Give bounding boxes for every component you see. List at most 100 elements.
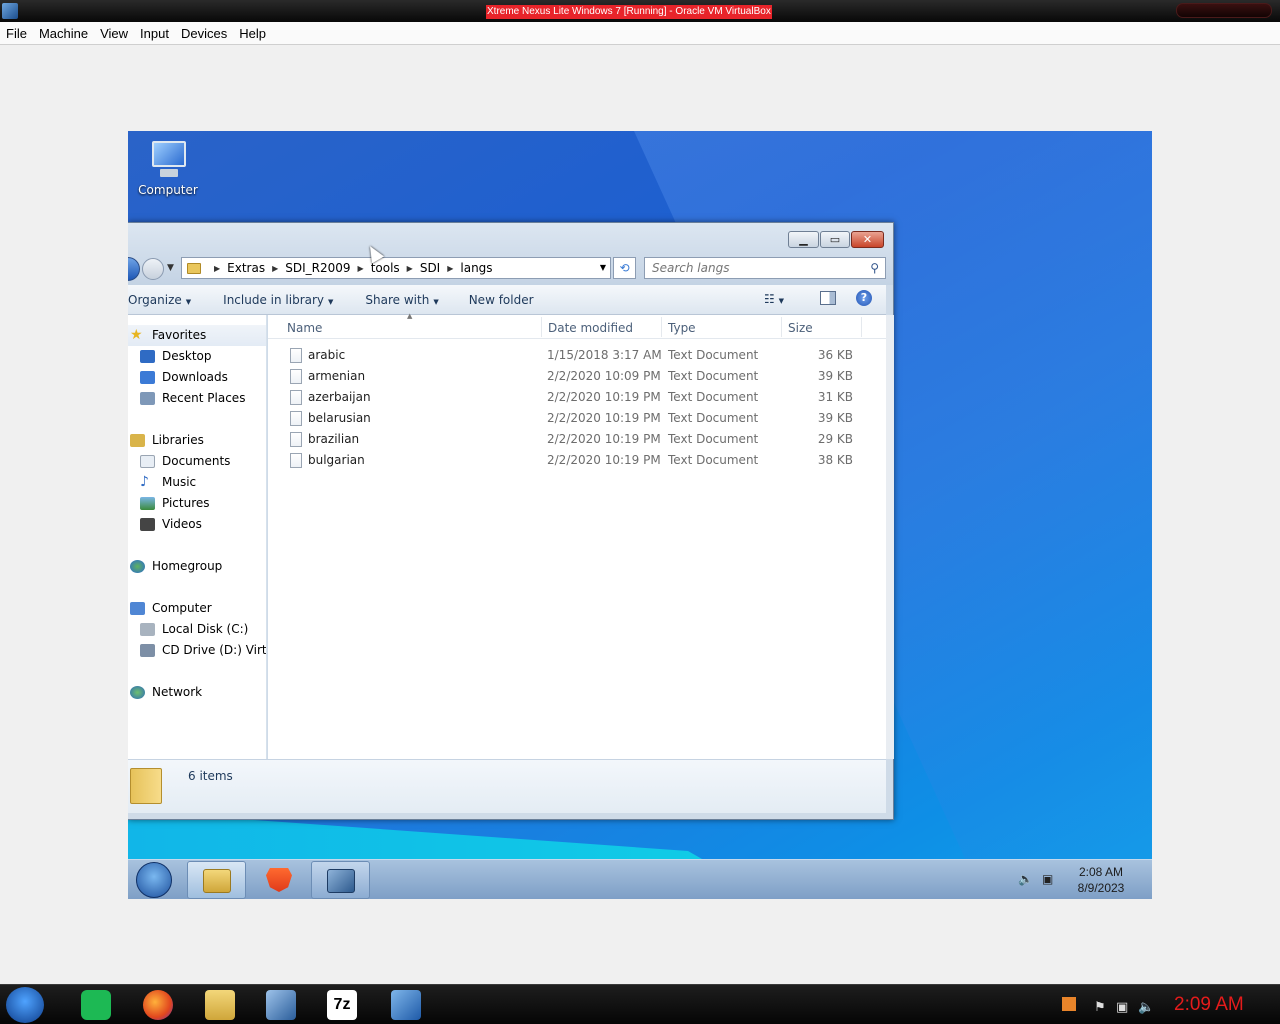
- file-size: 36 KB: [817, 348, 853, 362]
- network-tray-icon[interactable]: ▣: [1116, 1000, 1128, 1015]
- nav-libraries[interactable]: Libraries: [130, 433, 204, 447]
- nav-network[interactable]: Network: [130, 685, 202, 699]
- flag-icon[interactable]: ⚑: [1094, 1000, 1106, 1015]
- file-name: azerbaijan: [308, 390, 371, 404]
- host-start-button[interactable]: [6, 987, 44, 1023]
- nav-label: Videos: [162, 517, 202, 531]
- tray-app-icon[interactable]: [1062, 997, 1076, 1011]
- nav-documents[interactable]: Documents: [140, 454, 230, 468]
- column-separator[interactable]: [661, 317, 662, 337]
- taskbar-explorer[interactable]: [187, 861, 246, 899]
- 7zip-icon[interactable]: 7z: [327, 990, 357, 1020]
- virtualbox-app-icon[interactable]: [2, 3, 18, 19]
- nav-recent-places[interactable]: Recent Places: [140, 391, 245, 405]
- column-type[interactable]: Type: [668, 321, 696, 335]
- refresh-button[interactable]: ⟲: [613, 257, 636, 279]
- command-bar: Organize ▼ Include in library ▼ Share with…: [128, 285, 886, 315]
- windows-start-button[interactable]: [136, 862, 172, 898]
- address-bar[interactable]: ▶ Extras ▶ SDI_R2009 ▶ tools ▶ SDI ▶ lan…: [181, 257, 611, 279]
- folder-icon: [130, 768, 162, 804]
- nav-videos[interactable]: Videos: [140, 517, 202, 531]
- downloads-icon: [140, 370, 155, 384]
- new-folder-button[interactable]: New folder: [469, 293, 548, 307]
- chevron-right-icon[interactable]: ▶: [407, 264, 413, 273]
- spotify-icon[interactable]: [81, 990, 111, 1020]
- menu-input[interactable]: Input: [134, 26, 175, 41]
- close-button[interactable]: ✕: [851, 231, 884, 248]
- file-row[interactable]: azerbaijan 2/2/2020 10:19 PM Text Docume…: [268, 387, 886, 408]
- nav-downloads[interactable]: Downloads: [140, 370, 228, 384]
- file-manager-icon[interactable]: [205, 990, 235, 1020]
- file-date: 2/2/2020 10:19 PM: [547, 432, 661, 446]
- volume-tray-icon[interactable]: 🔈: [1138, 1000, 1154, 1015]
- vertical-scrollbar[interactable]: [886, 315, 894, 759]
- nav-local-disk[interactable]: Local Disk (C:): [140, 622, 248, 636]
- nav-computer[interactable]: Computer: [130, 601, 212, 615]
- search-input[interactable]: [645, 258, 855, 278]
- file-row[interactable]: bulgarian 2/2/2020 10:19 PM Text Documen…: [268, 450, 886, 471]
- column-date[interactable]: Date modified: [548, 321, 633, 335]
- vm-screen[interactable]: Computer ▁ ▭ ✕ ▼ ▶ Extras ▶ SDI_R2009 ▶ …: [128, 131, 1152, 899]
- column-name[interactable]: Name: [287, 321, 322, 335]
- desktop-computer-icon[interactable]: Computer: [138, 139, 198, 197]
- column-size[interactable]: Size: [788, 321, 813, 335]
- forward-button[interactable]: [142, 258, 164, 280]
- column-separator[interactable]: [781, 317, 782, 337]
- menu-file[interactable]: File: [0, 26, 33, 41]
- chevron-down-icon[interactable]: ▼: [600, 263, 606, 272]
- file-type: Text Document: [668, 411, 759, 425]
- search-icon[interactable]: ⚲: [870, 261, 879, 275]
- file-row[interactable]: arabic 1/15/2018 3:17 AM Text Document 3…: [268, 345, 886, 366]
- file-list[interactable]: Name ▲ Date modified Type Size arabic 1/…: [268, 312, 886, 759]
- include-in-library-button[interactable]: Include in library ▼: [223, 293, 347, 307]
- breadcrumb-tools[interactable]: tools: [371, 261, 400, 275]
- nav-label: Local Disk (C:): [162, 622, 249, 636]
- breadcrumb-langs[interactable]: langs: [460, 261, 492, 275]
- share-with-button[interactable]: Share with ▼: [365, 293, 452, 307]
- breadcrumb-sdi-r2009[interactable]: SDI_R2009: [285, 261, 350, 275]
- nav-favorites[interactable]: ★ Favorites: [130, 328, 206, 343]
- chevron-right-icon[interactable]: ▶: [358, 264, 364, 273]
- menu-devices[interactable]: Devices: [175, 26, 233, 41]
- column-separator[interactable]: [861, 317, 862, 337]
- host-title-bar[interactable]: Xtreme Nexus Lite Windows 7 [Running] - …: [0, 0, 1280, 22]
- nav-cd-drive[interactable]: CD Drive (D:) Virtual: [140, 643, 266, 657]
- host-clock[interactable]: 2:09 AM: [1174, 994, 1244, 1016]
- navigation-pane[interactable]: ★ Favorites Desktop Downloads Recent Plac…: [128, 315, 267, 759]
- file-row[interactable]: brazilian 2/2/2020 10:19 PM Text Documen…: [268, 429, 886, 450]
- minimize-button[interactable]: ▁: [788, 231, 819, 248]
- nav-homegroup[interactable]: Homegroup: [130, 559, 222, 573]
- recent-pages-dropdown[interactable]: ▼: [167, 263, 174, 273]
- nav-desktop[interactable]: Desktop: [140, 349, 212, 363]
- column-separator[interactable]: [541, 317, 542, 337]
- search-box[interactable]: ⚲: [644, 257, 886, 279]
- taskbar-brave[interactable]: [249, 861, 308, 899]
- chevron-right-icon[interactable]: ▶: [447, 264, 453, 273]
- vm-clock[interactable]: 2:08 AM 8/9/2023: [1066, 864, 1136, 896]
- menu-help[interactable]: Help: [233, 26, 272, 41]
- nav-pictures[interactable]: Pictures: [140, 496, 210, 510]
- breadcrumb-sdi[interactable]: SDI: [420, 261, 440, 275]
- menu-machine[interactable]: Machine: [33, 26, 94, 41]
- file-row[interactable]: armenian 2/2/2020 10:09 PM Text Document…: [268, 366, 886, 387]
- nav-music[interactable]: ♪ Music: [140, 475, 196, 490]
- breadcrumb-extras[interactable]: Extras: [227, 261, 265, 275]
- network-status-icon[interactable]: ▣: [1042, 872, 1053, 886]
- windows7-vm-icon[interactable]: [391, 990, 421, 1020]
- help-icon[interactable]: ?: [856, 290, 872, 306]
- preview-pane-button[interactable]: [820, 291, 836, 305]
- taskbar-virtualbox[interactable]: [311, 861, 370, 899]
- computer-icon: [146, 139, 190, 179]
- change-view-button[interactable]: ☷ ▼: [764, 292, 784, 306]
- host-window-controls[interactable]: [1176, 3, 1272, 18]
- file-row[interactable]: belarusian 2/2/2020 10:19 PM Text Docume…: [268, 408, 886, 429]
- firefox-icon[interactable]: [143, 990, 173, 1020]
- maximize-button[interactable]: ▭: [820, 231, 850, 248]
- chevron-right-icon[interactable]: ▶: [272, 264, 278, 273]
- volume-icon[interactable]: 🔈: [1018, 872, 1033, 886]
- organize-button[interactable]: Organize ▼: [128, 293, 205, 307]
- menu-view[interactable]: View: [94, 26, 134, 41]
- explorer-window[interactable]: ▁ ▭ ✕ ▼ ▶ Extras ▶ SDI_R2009 ▶ tools ▶ S…: [128, 222, 894, 820]
- virtualbox-icon[interactable]: [266, 990, 296, 1020]
- chevron-right-icon[interactable]: ▶: [214, 264, 220, 273]
